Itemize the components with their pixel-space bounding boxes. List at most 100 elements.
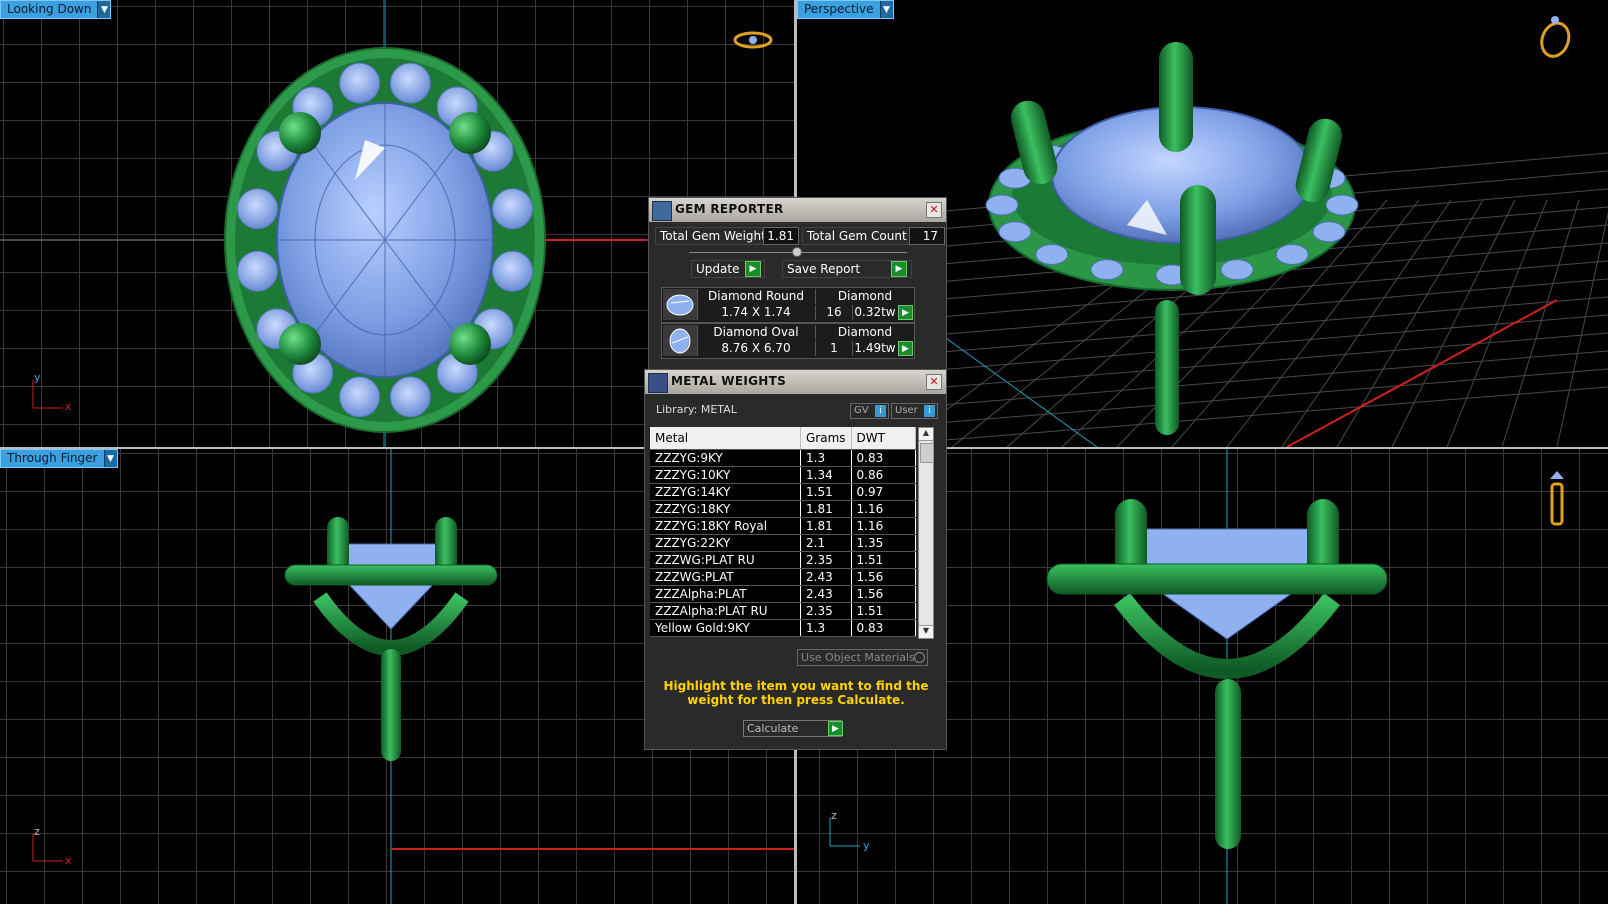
ring-side-icon[interactable] [1550,471,1564,526]
viewport-label-looking-down[interactable]: Looking Down ▼ [0,0,112,19]
cell-grams: 2.35 [800,602,852,620]
table-row[interactable]: ZZZYG:9KY 1.3 0.83 [650,449,916,467]
floor-grid-line [1556,211,1608,447]
halo-gem [1090,259,1124,281]
table-row[interactable]: ZZZYG:14KY 1.51 0.97 [650,483,916,501]
table-row[interactable]: ZZZWG:PLAT RU 2.35 1.51 [650,551,916,569]
cell-grams: 2.35 [800,551,852,569]
viewport-label-perspective[interactable]: Perspective ▼ [797,0,894,19]
chevron-down-icon[interactable]: ▼ [103,450,117,467]
table-row[interactable]: ZZZAlpha:PLAT RU 2.35 1.51 [650,602,916,620]
oval-gem-thumbnail [663,325,698,356]
cell-dwt: 1.51 [851,602,916,620]
calculate-button-label: Calculate [747,722,799,735]
halo-gem [1220,259,1254,281]
cell-dwt: 0.86 [851,466,916,484]
cell-dwt: 1.35 [851,534,916,552]
table-row[interactable]: ZZZYG:18KY 1.81 1.16 [650,500,916,518]
chevron-down-icon[interactable]: ▼ [879,1,893,18]
cell-metal: ZZZWG:PLAT [650,568,801,586]
axis-y-label: y [863,839,870,852]
halo-gem [998,221,1032,243]
viewport-label-text: Through Finger [7,451,98,465]
round-gem-thumbnail [663,289,698,320]
cell-metal: ZZZYG:14KY [650,483,801,501]
axis-x-label: x [65,854,72,867]
gem-row[interactable]: Diamond Oval Diamond 8.76 X 6.70 1 1.49t… [661,323,915,359]
cell-metal: ZZZYG:22KY [650,534,801,552]
play-icon[interactable]: ▶ [745,261,761,277]
cell-metal: ZZZAlpha:PLAT [650,585,801,603]
column-header-grams[interactable]: Grams [800,427,852,450]
cell-grams: 2.43 [800,585,852,603]
cell-dwt: 0.83 [851,619,916,637]
gem-weight: 1.49tw [852,341,897,356]
calculate-hint: Highlight the item you want to find the … [663,679,929,707]
close-icon[interactable]: ✕ [926,374,942,390]
scroll-down-icon[interactable]: ▼ [919,625,933,638]
viewport-label-through-finger[interactable]: Through Finger ▼ [0,449,118,468]
use-object-materials-toggle[interactable]: Use Object Materials [797,649,928,666]
user-label: User [895,405,918,416]
cell-dwt: 1.51 [851,551,916,569]
gem-shape: Diamond Oval [713,325,799,339]
viewport-label-text: Looking Down [7,2,92,16]
info-icon: i [924,405,935,417]
floor-grid-line [871,332,1608,394]
table-row[interactable]: Yellow Gold:9KY 1.3 0.83 [650,619,916,637]
halo-gem [339,62,381,104]
divider-handle[interactable] [792,247,802,257]
table-row[interactable]: ZZZWG:PLAT 2.43 1.56 [650,568,916,586]
gem-size: 1.74 X 1.74 [721,305,791,319]
gem-shape: Diamond Round [708,289,804,303]
table-row[interactable]: ZZZYG:22KY 2.1 1.35 [650,534,916,552]
cell-dwt: 1.16 [851,517,916,535]
cell-dwt: 0.97 [851,483,916,501]
column-header-metal[interactable]: Metal [650,427,801,450]
halo-gem [389,376,431,418]
cell-metal: ZZZYG:18KY Royal [650,517,801,535]
scroll-up-icon[interactable]: ▲ [919,428,933,441]
play-icon[interactable]: ▶ [891,261,907,277]
halo-gem [339,376,381,418]
metal-weights-titlebar[interactable]: METAL WEIGHTS ✕ [645,370,946,394]
cell-grams: 1.81 [800,500,852,518]
total-gem-weight-value: 1.81 [763,227,799,245]
gv-toggle[interactable]: GV i [850,403,889,419]
cell-metal: ZZZYG:9KY [650,449,801,467]
chevron-down-icon[interactable]: ▼ [97,1,111,18]
cell-grams: 1.51 [800,483,852,501]
ring-icon-perspective[interactable] [1537,16,1573,60]
play-icon[interactable]: ▶ [898,341,913,356]
gem-material: Diamond [815,325,914,340]
cell-dwt: 0.83 [851,449,916,467]
cell-metal: ZZZWG:PLAT RU [650,551,801,569]
gem-row[interactable]: Diamond Round Diamond 1.74 X 1.74 16 0.3… [661,287,915,323]
play-icon[interactable]: ▶ [828,721,843,736]
radio-icon [914,652,925,663]
gem-reporter-icon [652,201,672,221]
gem-reporter-titlebar[interactable]: GEM REPORTER ✕ [649,198,946,222]
update-button-label: Update [696,262,740,276]
ring-icon-top[interactable] [733,31,773,49]
halo-gem [389,62,431,104]
cell-metal: ZZZYG:18KY [650,500,801,518]
floor-grid-line [861,368,1608,430]
close-icon[interactable]: ✕ [926,202,942,218]
scrollbar[interactable]: ▲ ▼ [918,427,934,639]
cell-metal: ZZZYG:10KY [650,466,801,484]
cell-dwt: 1.16 [851,500,916,518]
table-row[interactable]: ZZZAlpha:PLAT 2.43 1.56 [650,585,916,603]
metal-table[interactable]: Metal Grams DWT ZZZYG:9KY 1.3 0.83 ZZZYG:10… [650,427,916,637]
column-header-dwt[interactable]: DWT [851,427,916,450]
table-row[interactable]: ZZZYG:18KY Royal 1.81 1.16 [650,517,916,535]
halo-gem [1325,194,1359,216]
info-icon: i [875,405,886,417]
play-icon[interactable]: ▶ [898,305,913,320]
cell-grams: 1.3 [800,449,852,467]
cell-grams: 1.3 [800,619,852,637]
table-row[interactable]: ZZZYG:10KY 1.34 0.86 [650,466,916,484]
user-toggle[interactable]: User i [891,403,938,419]
scroll-thumb[interactable] [920,443,934,463]
metal-weights-panel: METAL WEIGHTS ✕ Library: METAL GV i User… [644,369,947,750]
